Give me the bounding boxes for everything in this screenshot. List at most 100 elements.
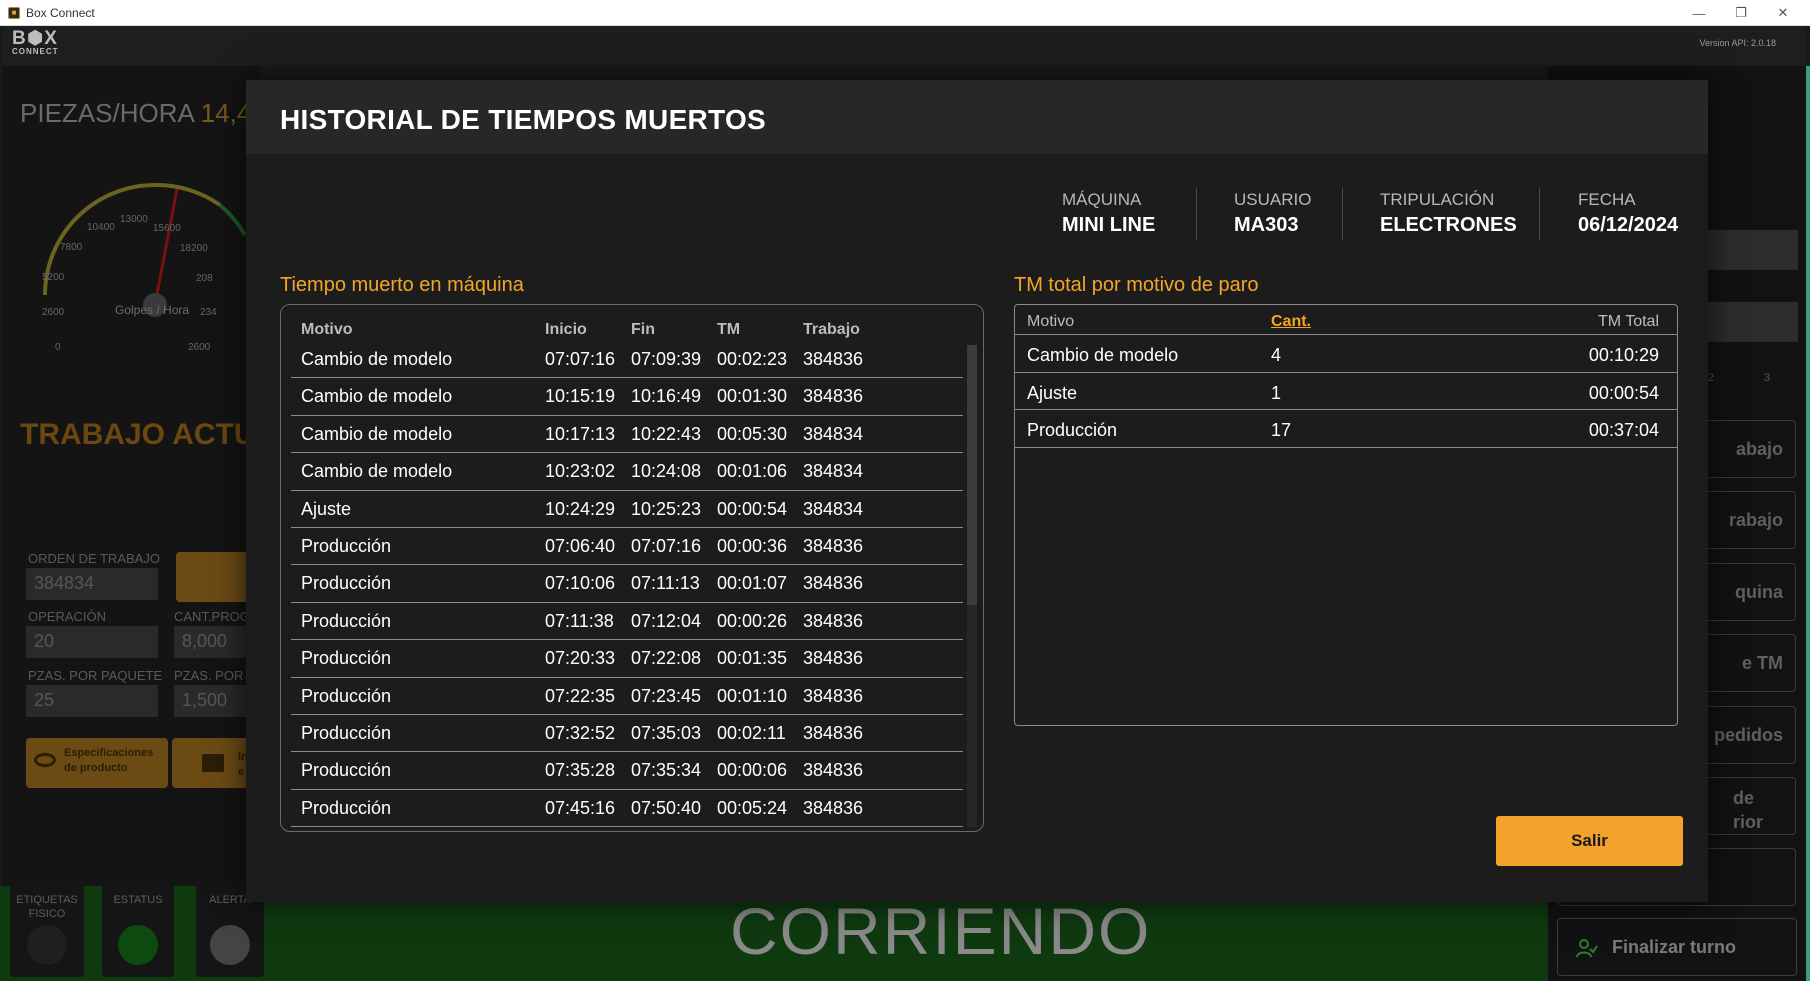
product-specs-button: Especificaciones de producto (26, 738, 168, 788)
cell-motivo: Producción (301, 685, 392, 706)
machine-value: MINI LINE (1062, 214, 1156, 236)
cell-inicio: 07:32:52 (545, 722, 616, 743)
col-motivo[interactable]: Motivo (301, 321, 353, 339)
cell-motivo: Producción (301, 648, 392, 669)
summary-row[interactable]: Cambio de modelo 4 00:10:29 (1015, 335, 1677, 373)
info-divider (1342, 188, 1343, 240)
table-row[interactable]: Producción 07:45:16 07:50:40 00:05:24 384836 (291, 790, 963, 828)
date-label: FECHA (1578, 190, 1636, 209)
col-tm[interactable]: TM (717, 321, 740, 339)
col-inicio[interactable]: Inicio (545, 321, 587, 339)
restore-icon[interactable]: ❐ (1720, 0, 1762, 26)
table-row[interactable]: Producción 07:35:28 07:35:34 00:00:06 384836 (291, 752, 963, 790)
work-order-label: ORDEN DE TRABAJO (28, 551, 160, 566)
right-nav-label: quina (1735, 582, 1783, 602)
cell-trabajo: 384836 (803, 722, 864, 743)
right-small-number: 2 (1708, 372, 1715, 384)
summary-row[interactable]: Ajuste 1 00:00:54 (1015, 373, 1677, 411)
cell-motivo: Producción (301, 760, 392, 781)
right-nav-label: de rior (1733, 788, 1764, 832)
app-window: ■ Box Connect — ❐ ✕ B⬢X CONNECT Version … (0, 0, 1810, 981)
table-row[interactable]: Producción 07:06:40 07:07:16 00:00:36 384836 (291, 528, 963, 566)
cell-trabajo: 384834 (803, 461, 864, 482)
cell-fin: 07:11:13 (631, 573, 700, 594)
col-fin[interactable]: Fin (631, 321, 655, 339)
table-row[interactable]: Producción 07:22:35 07:23:45 00:01:10 384836 (291, 678, 963, 715)
table-row[interactable]: Producción 07:32:52 07:35:03 00:02:11 384836 (291, 715, 963, 753)
right-nav-label: pedidos (1713, 725, 1783, 745)
downtime-history-dialog: HISTORIAL DE TIEMPOS MUERTOS MÁQUINA MIN… (246, 80, 1708, 902)
summary-row[interactable]: Producción 17 00:37:04 (1015, 410, 1677, 448)
window-titlebar: ■ Box Connect — ❐ ✕ (0, 0, 1810, 26)
cell-tm-total: 00:00:54 (1588, 382, 1659, 403)
cell-tm: 00:00:06 (717, 760, 788, 781)
cell-fin: 07:07:16 (631, 535, 702, 556)
close-icon[interactable]: ✕ (1762, 0, 1804, 26)
machine-downtime-title: Tiempo muerto en máquina (280, 274, 524, 296)
table-row[interactable]: Cambio de modelo 10:17:13 10:22:43 00:05:30… (291, 416, 963, 454)
end-shift-label: Finalizar turno (1612, 936, 1737, 957)
gauge-tick: 208 (196, 273, 213, 284)
cell-fin: 10:22:43 (631, 423, 702, 444)
lightbulb-icon (210, 925, 250, 965)
dialog-header: HISTORIAL DE TIEMPOS MUERTOS (246, 80, 1708, 154)
col-motivo[interactable]: Motivo (1027, 313, 1074, 331)
table-row[interactable]: Cambio de modelo 10:15:19 10:16:49 00:01:30… (291, 378, 963, 416)
work-order-field: 384834 (26, 568, 158, 600)
info-divider (1196, 188, 1197, 240)
cell-inicio: 07:20:33 (545, 648, 616, 669)
cell-inicio: 07:06:40 (545, 535, 616, 556)
table-row[interactable]: Ajuste 10:24:29 10:25:23 00:00:54 384834 (291, 491, 963, 528)
table-row[interactable]: Producción 07:20:33 07:22:08 00:01:35 384836 (291, 640, 963, 678)
cell-fin: 10:24:08 (631, 461, 702, 482)
minimize-icon[interactable]: — (1678, 0, 1720, 26)
col-trabajo[interactable]: Trabajo (803, 321, 860, 339)
exit-button[interactable]: Salir (1496, 816, 1683, 866)
cell-cantidad: 17 (1271, 420, 1292, 441)
cell-fin: 10:25:23 (631, 498, 702, 519)
col-cantidad[interactable]: Cant. (1271, 313, 1311, 331)
right-small-number: 3 (1764, 372, 1771, 384)
window-edge (1806, 66, 1810, 981)
right-nav-label: rabajo (1728, 510, 1783, 530)
scrollbar-thumb[interactable] (967, 345, 977, 605)
crew-value: ELECTRONES (1380, 214, 1517, 236)
col-tm-total[interactable]: TM Total (1598, 313, 1659, 331)
cell-motivo: Producción (301, 573, 392, 594)
alert-tile-label: ALERTA (209, 894, 251, 906)
cell-fin: 07:22:08 (631, 648, 702, 669)
app-icon: ■ (8, 6, 20, 19)
cell-inicio: 07:11:38 (545, 610, 614, 631)
logo-main: B⬢X (12, 28, 58, 49)
summary-body: Cambio de modelo 4 00:10:29 Ajuste 1 00:00:54… (1015, 335, 1677, 448)
pieces-per-label: PZAS. POR (174, 668, 244, 683)
cell-trabajo: 384836 (803, 386, 864, 407)
cell-motivo: Cambio de modelo (301, 423, 453, 444)
cell-tm: 00:01:07 (717, 573, 788, 594)
cell-trabajo: 384834 (803, 498, 864, 519)
table-scrollbar[interactable] (967, 345, 977, 827)
cell-tm: 00:02:23 (717, 349, 788, 369)
window-title: Box Connect (26, 5, 95, 20)
table-row[interactable]: Cambio de modelo 07:07:16 07:09:39 00:02:23… (291, 341, 963, 379)
end-shift-button[interactable]: Finalizar turno (1557, 918, 1797, 976)
gauge-tick: 5200 (42, 272, 65, 283)
cell-fin: 10:16:49 (631, 386, 702, 407)
gauge-label: Golpes / Hora (115, 303, 190, 317)
cell-inicio: 07:35:28 (545, 760, 616, 781)
crew-info: TRIPULACIÓN ELECTRONES (1380, 190, 1517, 237)
dialog-title: HISTORIAL DE TIEMPOS MUERTOS (280, 104, 767, 135)
date-value: 06/12/2024 (1578, 214, 1679, 236)
cell-inicio: 07:22:35 (545, 685, 616, 706)
status-indicator (118, 925, 158, 965)
table-row[interactable]: Producción 07:10:06 07:11:13 00:01:07 384836 (291, 565, 963, 603)
cell-trabajo: 384836 (803, 685, 864, 706)
cell-inicio: 10:17:13 (545, 423, 616, 444)
table-row[interactable]: Producción 07:11:38 07:12:04 00:00:26 384836 (291, 603, 963, 641)
cell-tm: 00:01:10 (717, 685, 788, 706)
cell-motivo: Producción (1027, 420, 1118, 441)
table-row[interactable]: Cambio de modelo 10:23:02 10:24:08 00:01:06… (291, 453, 963, 491)
user-value: MA303 (1234, 214, 1299, 236)
eye-icon (34, 753, 56, 767)
cell-tm-total: 00:10:29 (1588, 345, 1659, 365)
